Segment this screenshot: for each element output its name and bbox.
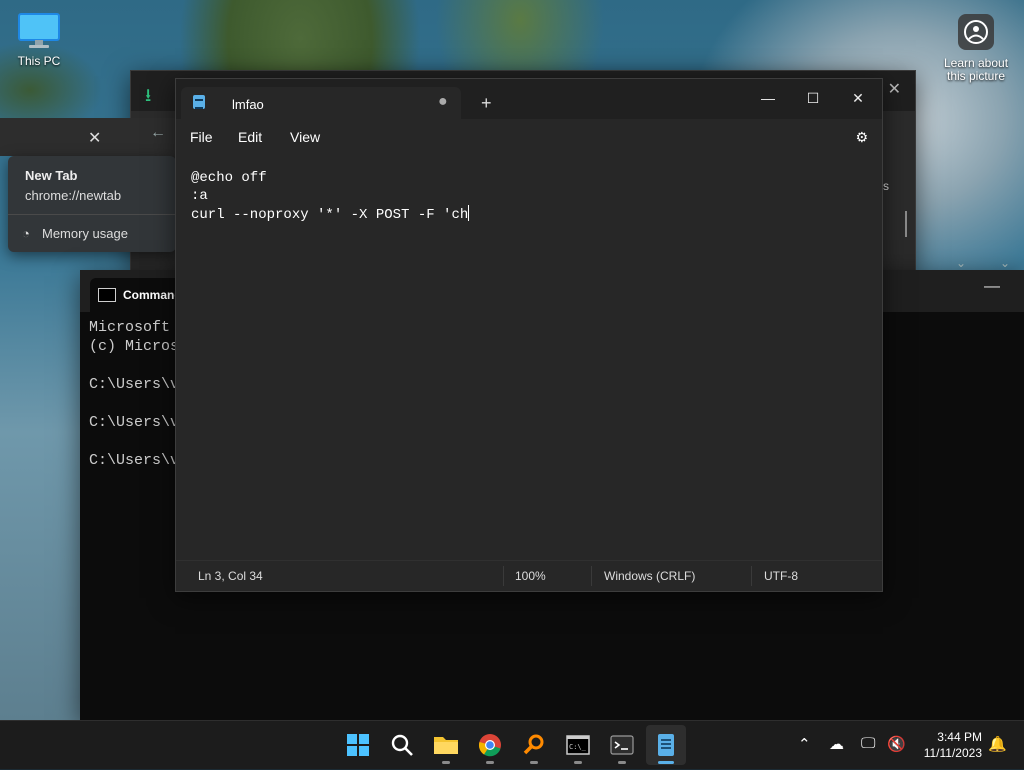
running-indicator bbox=[442, 761, 450, 764]
back-arrow-icon[interactable]: ← bbox=[150, 124, 166, 142]
zoom-level: 100% bbox=[515, 569, 546, 583]
notepad-statusbar: Ln 3, Col 34 100% Windows (CRLF) UTF-8 bbox=[176, 560, 882, 591]
divider bbox=[503, 566, 504, 586]
this-pc-label: This PC bbox=[17, 54, 61, 68]
divider bbox=[591, 566, 592, 586]
cmd-output: Microsoft (c) Micros C:\Users\v C:\Users… bbox=[89, 319, 180, 469]
taskbar-notepad[interactable] bbox=[646, 725, 686, 765]
clock-time: 3:44 PM bbox=[937, 730, 982, 744]
scrollbar[interactable] bbox=[905, 211, 907, 237]
running-indicator bbox=[486, 761, 494, 764]
folder-icon bbox=[434, 737, 458, 754]
chrome-tabstrip: ✕ bbox=[0, 118, 175, 156]
minimize-icon[interactable]: — bbox=[984, 278, 1000, 296]
search-button[interactable] bbox=[382, 725, 422, 765]
close-button[interactable]: ✕ bbox=[838, 85, 878, 111]
desktop-icon-this-pc[interactable]: This PC bbox=[12, 12, 66, 68]
windows-logo-icon bbox=[347, 734, 369, 756]
cmd-tab-title: Command bbox=[123, 288, 182, 302]
notepad-text-area[interactable]: @echo off :a curl --noproxy '*' -X POST … bbox=[176, 155, 882, 559]
menu-edit[interactable]: Edit bbox=[238, 129, 262, 145]
notepad-content-text: @echo off :a curl --noproxy '*' -X POST … bbox=[191, 170, 469, 223]
tab-url: chrome://newtab bbox=[25, 188, 122, 203]
notepad-tab[interactable]: lmfao ● bbox=[181, 87, 461, 119]
desktop-icon-learn-about-picture[interactable]: Learn about this picture bbox=[940, 12, 1012, 83]
cloud-offline-icon[interactable]: ☁ bbox=[829, 735, 844, 753]
notepad-icon bbox=[193, 95, 205, 109]
divider bbox=[751, 566, 752, 586]
taskbar: C:\_ ⌃ ☁ 🖵 🔇 3:44 PM 11/11/2023 🔔 bbox=[0, 720, 1024, 769]
running-indicator bbox=[618, 761, 626, 764]
close-tab-icon[interactable]: ✕ bbox=[88, 128, 101, 148]
memory-usage-label: Memory usage bbox=[42, 226, 128, 241]
bell-icon[interactable]: 🔔 bbox=[988, 735, 1007, 753]
running-indicator bbox=[530, 761, 538, 764]
gear-icon[interactable]: ⚙ bbox=[855, 129, 868, 146]
taskbar-chrome[interactable] bbox=[470, 725, 510, 765]
running-indicator bbox=[574, 761, 582, 764]
taskbar-search-app[interactable] bbox=[514, 725, 554, 765]
camera-info-icon bbox=[958, 14, 994, 50]
learn-about-picture-label: Learn about this picture bbox=[943, 56, 1009, 83]
minimize-button[interactable]: — bbox=[748, 85, 788, 111]
gauge-icon: ◔ bbox=[22, 226, 30, 241]
network-icon[interactable]: 🖵 bbox=[861, 735, 875, 752]
volume-muted-icon[interactable]: 🔇 bbox=[887, 735, 906, 753]
close-icon[interactable]: ✕ bbox=[888, 79, 901, 99]
chevron-down-icon[interactable]: ⌄ bbox=[1000, 256, 1010, 270]
notepad-content[interactable]: @echo off :a curl --noproxy '*' -X POST … bbox=[191, 169, 470, 224]
monitor-icon bbox=[18, 13, 60, 48]
notepad-window[interactable]: lmfao ● + — ☐ ✕ File Edit View ⚙ @echo o… bbox=[175, 78, 883, 592]
download-icon[interactable]: ⭳ bbox=[145, 83, 151, 113]
taskbar-terminal[interactable] bbox=[602, 725, 642, 765]
tab-hover-card: New Tab chrome://newtab ◔ Memory usage bbox=[8, 156, 176, 252]
cursor-position: Ln 3, Col 34 bbox=[198, 569, 263, 583]
taskbar-file-explorer[interactable] bbox=[426, 725, 466, 765]
memory-usage: ◔ Memory usage bbox=[22, 226, 128, 241]
unsaved-dot-icon[interactable]: ● bbox=[438, 93, 448, 111]
start-button[interactable] bbox=[338, 725, 378, 765]
menu-view[interactable]: View bbox=[290, 129, 320, 145]
notepad-titlebar: lmfao ● + — ☐ ✕ bbox=[176, 79, 882, 119]
encoding: UTF-8 bbox=[764, 569, 798, 583]
cmd-icon bbox=[98, 288, 116, 302]
svg-text:C:\_: C:\_ bbox=[569, 743, 587, 751]
terminal-icon bbox=[610, 735, 634, 755]
chevron-up-icon[interactable]: ⌃ bbox=[798, 735, 811, 753]
active-indicator bbox=[658, 761, 674, 764]
search-icon bbox=[391, 734, 413, 756]
chrome-icon bbox=[478, 734, 501, 757]
new-tab-plus-icon[interactable]: + bbox=[481, 93, 492, 114]
text-caret bbox=[468, 205, 470, 221]
line-ending: Windows (CRLF) bbox=[604, 569, 696, 583]
notepad-icon bbox=[658, 734, 674, 756]
maximize-button[interactable]: ☐ bbox=[793, 85, 833, 111]
divider bbox=[8, 214, 176, 215]
tab-title: New Tab bbox=[25, 168, 78, 183]
taskbar-command-prompt[interactable]: C:\_ bbox=[558, 725, 598, 765]
menu-file[interactable]: File bbox=[190, 129, 213, 145]
clock-date: 11/11/2023 bbox=[923, 746, 982, 760]
notepad-menubar: File Edit View ⚙ bbox=[176, 119, 882, 155]
clock[interactable]: 3:44 PM 11/11/2023 bbox=[924, 729, 982, 761]
notepad-tab-name: lmfao bbox=[232, 97, 264, 112]
chevron-down-icon[interactable]: ⌄ bbox=[956, 256, 966, 270]
magnifier-orange-icon bbox=[523, 734, 544, 755]
cmd-icon: C:\_ bbox=[566, 735, 590, 755]
